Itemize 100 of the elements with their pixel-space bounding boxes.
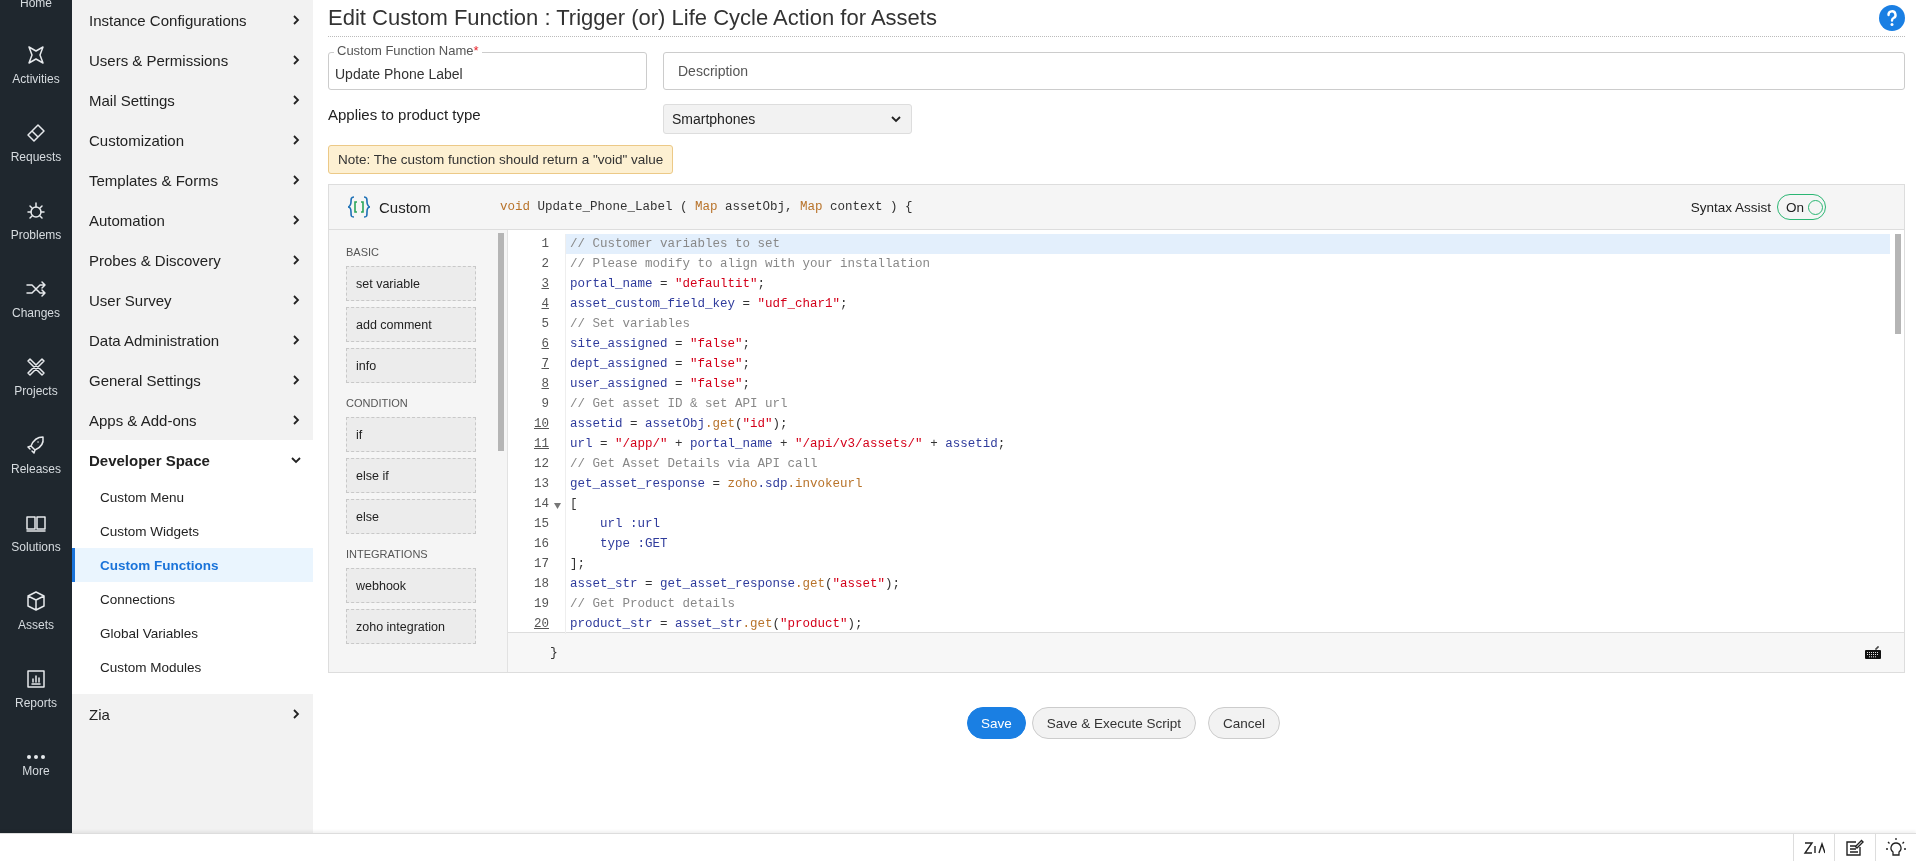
action-button[interactable]: Save & Execute Script <box>1031 707 1197 739</box>
product-type-dropdown[interactable]: Smartphones <box>663 104 912 134</box>
sidebar-subitem[interactable]: Custom Menu <box>72 480 313 514</box>
sidebar-subitem[interactable]: Custom Modules <box>72 650 313 684</box>
line-number: 18 <box>534 577 549 591</box>
line-number: 2 <box>541 257 549 271</box>
line-number: 1 <box>541 237 549 251</box>
code-line: type :GET <box>565 534 1890 554</box>
sidebar-item[interactable]: Probes & Discovery <box>89 251 221 269</box>
line-number: 19 <box>534 597 549 611</box>
palette-heading: CONDITION <box>346 397 409 409</box>
sidebar-subitem[interactable]: Global Variables <box>72 616 313 650</box>
nav-item[interactable]: Requests <box>0 103 72 181</box>
sidebar-item[interactable]: Users & Permissions <box>89 51 229 69</box>
line-number: 13 <box>534 477 549 491</box>
palette-block[interactable]: if <box>346 417 476 452</box>
code-line: // Get asset ID & set API url <box>565 394 1890 414</box>
line-number: 17 <box>534 557 549 571</box>
palette-block[interactable]: webhook <box>346 568 476 603</box>
line-number: 16 <box>534 537 549 551</box>
code-line: portal_name = "defaultit"; <box>565 274 1890 294</box>
nav-item[interactable]: Assets <box>0 571 72 649</box>
sidebar-item[interactable]: User Survey <box>89 291 172 309</box>
line-number: 9 <box>541 397 549 411</box>
sidebar-subitem[interactable]: Connections <box>72 582 313 616</box>
scrollbar[interactable] <box>498 233 504 451</box>
line-number: 15 <box>534 517 549 531</box>
nav-item[interactable]: Problems <box>0 181 72 259</box>
field-label: Applies to product type <box>328 105 482 123</box>
nav-item[interactable]: Activities <box>0 25 72 103</box>
function-signature: void Update_Phone_Label ( Map assetObj, Map context ) { <box>500 200 914 214</box>
assets-icon <box>24 588 48 613</box>
nav-item[interactable]: Releases <box>0 415 72 493</box>
sidebar-item[interactable]: General Settings <box>89 371 201 389</box>
palette-block[interactable]: info <box>346 348 476 383</box>
line-number: 3 <box>541 277 549 291</box>
mode-label: Custom <box>379 198 431 216</box>
line-number: 7 <box>541 357 549 371</box>
description-field[interactable]: Description <box>663 52 1905 90</box>
code-line: asset_custom_field_key = "udf_char1"; <box>565 294 1890 314</box>
sidebar-item[interactable]: Developer Space <box>89 451 210 469</box>
code-line: [ <box>565 494 1890 514</box>
help-icon[interactable] <box>1879 5 1905 31</box>
palette-block[interactable]: else if <box>346 458 476 493</box>
code-line: url = "/app/" + portal_name + "/api/v3/assets/" + assetid; <box>565 434 1890 454</box>
line-number: 20 <box>534 617 549 631</box>
code-line: // Get Asset Details via API call <box>565 454 1890 474</box>
zia-icon[interactable] <box>1803 839 1825 856</box>
palette-block[interactable]: zoho integration <box>346 609 476 644</box>
more-icon <box>27 754 45 759</box>
code-line: assetid = assetObj.get("id"); <box>565 414 1890 434</box>
code-line: asset_str = get_asset_response.get("asset"); <box>565 574 1890 594</box>
code-line: ]; <box>565 554 1890 574</box>
code-line: dept_assigned = "false"; <box>565 354 1890 374</box>
sidebar-item[interactable]: Apps & Add-ons <box>89 411 197 429</box>
save-button[interactable]: Save <box>966 707 1026 739</box>
palette-block[interactable]: else <box>346 499 476 534</box>
nav-item[interactable]: Reports <box>0 649 72 727</box>
page-title: Edit Custom Function : Trigger (or) Life Cycle Action for Assets <box>328 5 937 31</box>
palette-block[interactable]: set variable <box>346 266 476 301</box>
nav-item[interactable]: Solutions <box>0 493 72 571</box>
sidebar-item[interactable]: Mail Settings <box>89 91 175 109</box>
line-number: 6 <box>541 337 549 351</box>
line-number: 5 <box>541 317 549 331</box>
toggle-label: Syntax Assist <box>1690 199 1771 215</box>
braces-icon <box>347 195 371 219</box>
lightbulb-icon[interactable] <box>1886 837 1906 858</box>
line-number: 8 <box>541 377 549 391</box>
sidebar-item[interactable]: Templates & Forms <box>89 171 219 189</box>
action-button[interactable]: Cancel <box>1208 707 1281 739</box>
code-line: // Set variables <box>565 314 1890 334</box>
sidebar-item[interactable]: Customization <box>89 131 185 149</box>
code-line: get_asset_response = zoho.sdp.invokeurl <box>565 474 1890 494</box>
nav-item[interactable]: Changes <box>0 259 72 337</box>
code-line: url :url <box>565 514 1890 534</box>
code-line: site_assigned = "false"; <box>565 334 1890 354</box>
fold-icon[interactable] <box>554 503 561 509</box>
sidebar-item[interactable]: Instance Configurations <box>89 11 247 29</box>
line-number: 10 <box>534 417 549 431</box>
palette-block[interactable]: add comment <box>346 307 476 342</box>
line-number: 12 <box>534 457 549 471</box>
sidebar-subitem[interactable]: Custom Functions <box>72 548 313 582</box>
nav-item[interactable]: More <box>0 727 72 805</box>
closing-brace: } <box>549 645 558 660</box>
line-number: 11 <box>534 437 549 451</box>
code-line: user_assigned = "false"; <box>565 374 1890 394</box>
nav-item[interactable]: Projects <box>0 337 72 415</box>
keyboard-icon[interactable] <box>1864 645 1882 660</box>
line-number: 14 <box>534 497 549 511</box>
sidebar-item[interactable]: Automation <box>89 211 165 229</box>
palette-heading: BASIC <box>346 246 380 258</box>
scrollbar[interactable] <box>1895 234 1901 334</box>
palette-heading: INTEGRATIONS <box>346 548 429 560</box>
code-line: // Please modify to align with your installation <box>565 254 1890 274</box>
code-line: // Get Product details <box>565 594 1890 614</box>
sidebar-subitem[interactable]: Custom Widgets <box>72 514 313 548</box>
note-edit-icon[interactable] <box>1845 838 1865 857</box>
note-banner: Note: The custom function should return a "void" value <box>328 145 674 174</box>
sidebar-item[interactable]: Zia <box>89 705 110 723</box>
sidebar-item[interactable]: Data Administration <box>89 331 220 349</box>
